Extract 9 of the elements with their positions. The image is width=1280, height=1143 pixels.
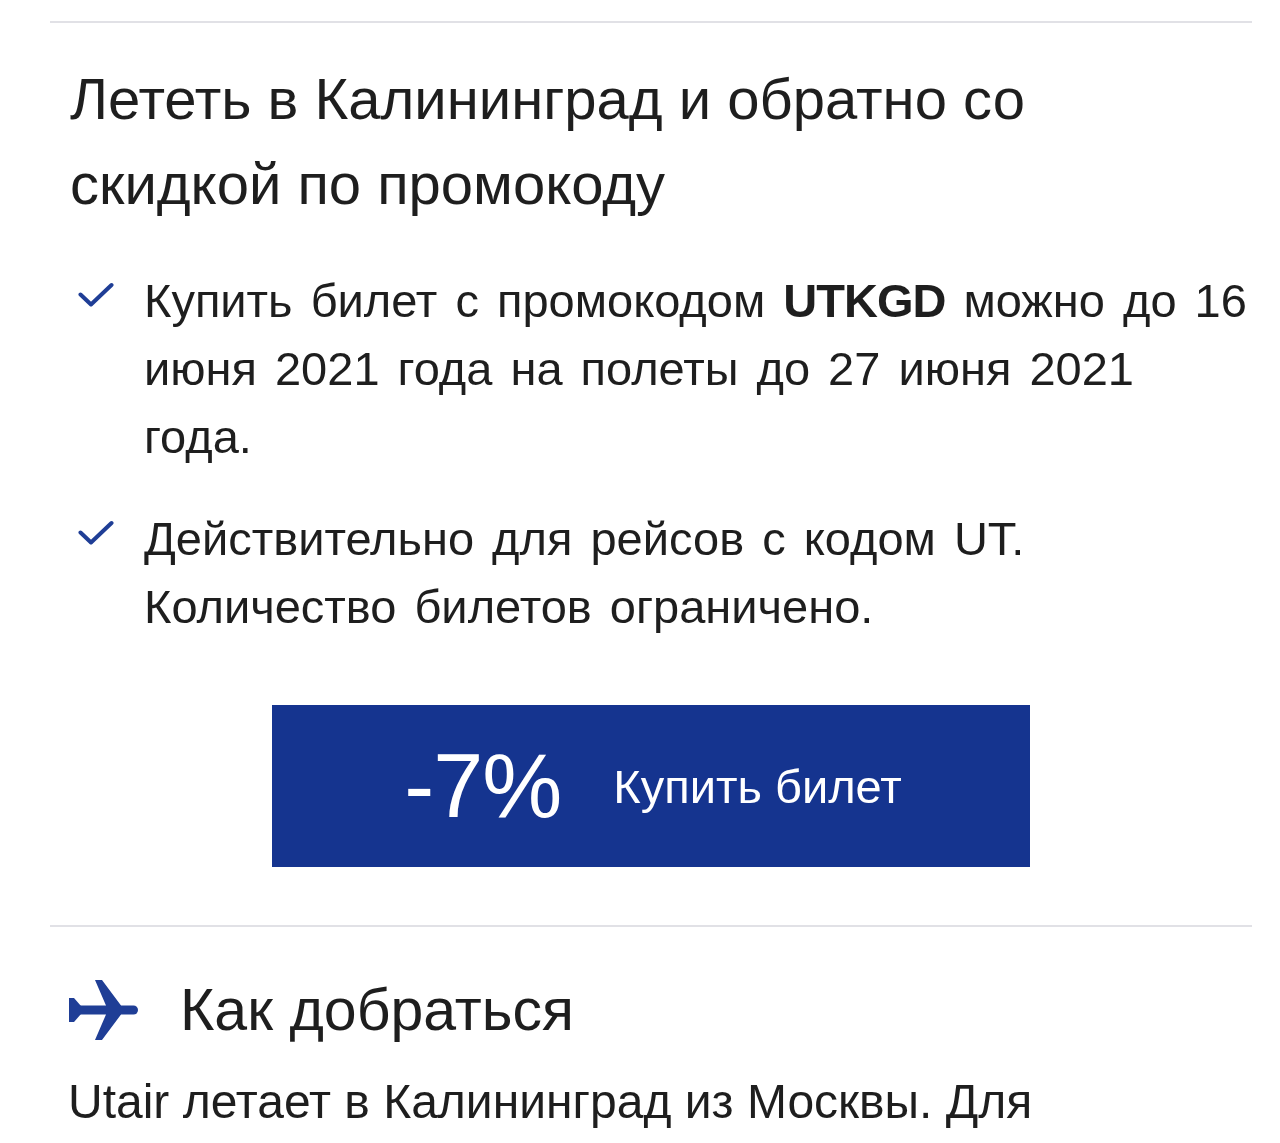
checkmark-icon [78, 520, 114, 546]
checkmark-icon [78, 282, 114, 308]
section-text: Utair летает в Калининград из Москвы. Для [68, 1074, 1034, 1130]
buy-ticket-button[interactable]: -7% Купить билет [272, 705, 1030, 867]
promo-title: Лететь в Калининград и обратно со скидкой по промокоду [70, 65, 1026, 218]
condition-text: Действительно для рейсов с кодом UT. Количество билетов ограничено. [144, 511, 1026, 635]
airplane-icon [68, 980, 138, 1040]
section-heading: Как добраться [180, 976, 574, 1045]
condition-text: Купить билет с промокодом UTKGD можно до 16 июня 2021 года на полеты до 27 июня 2021 года. [144, 273, 1248, 465]
